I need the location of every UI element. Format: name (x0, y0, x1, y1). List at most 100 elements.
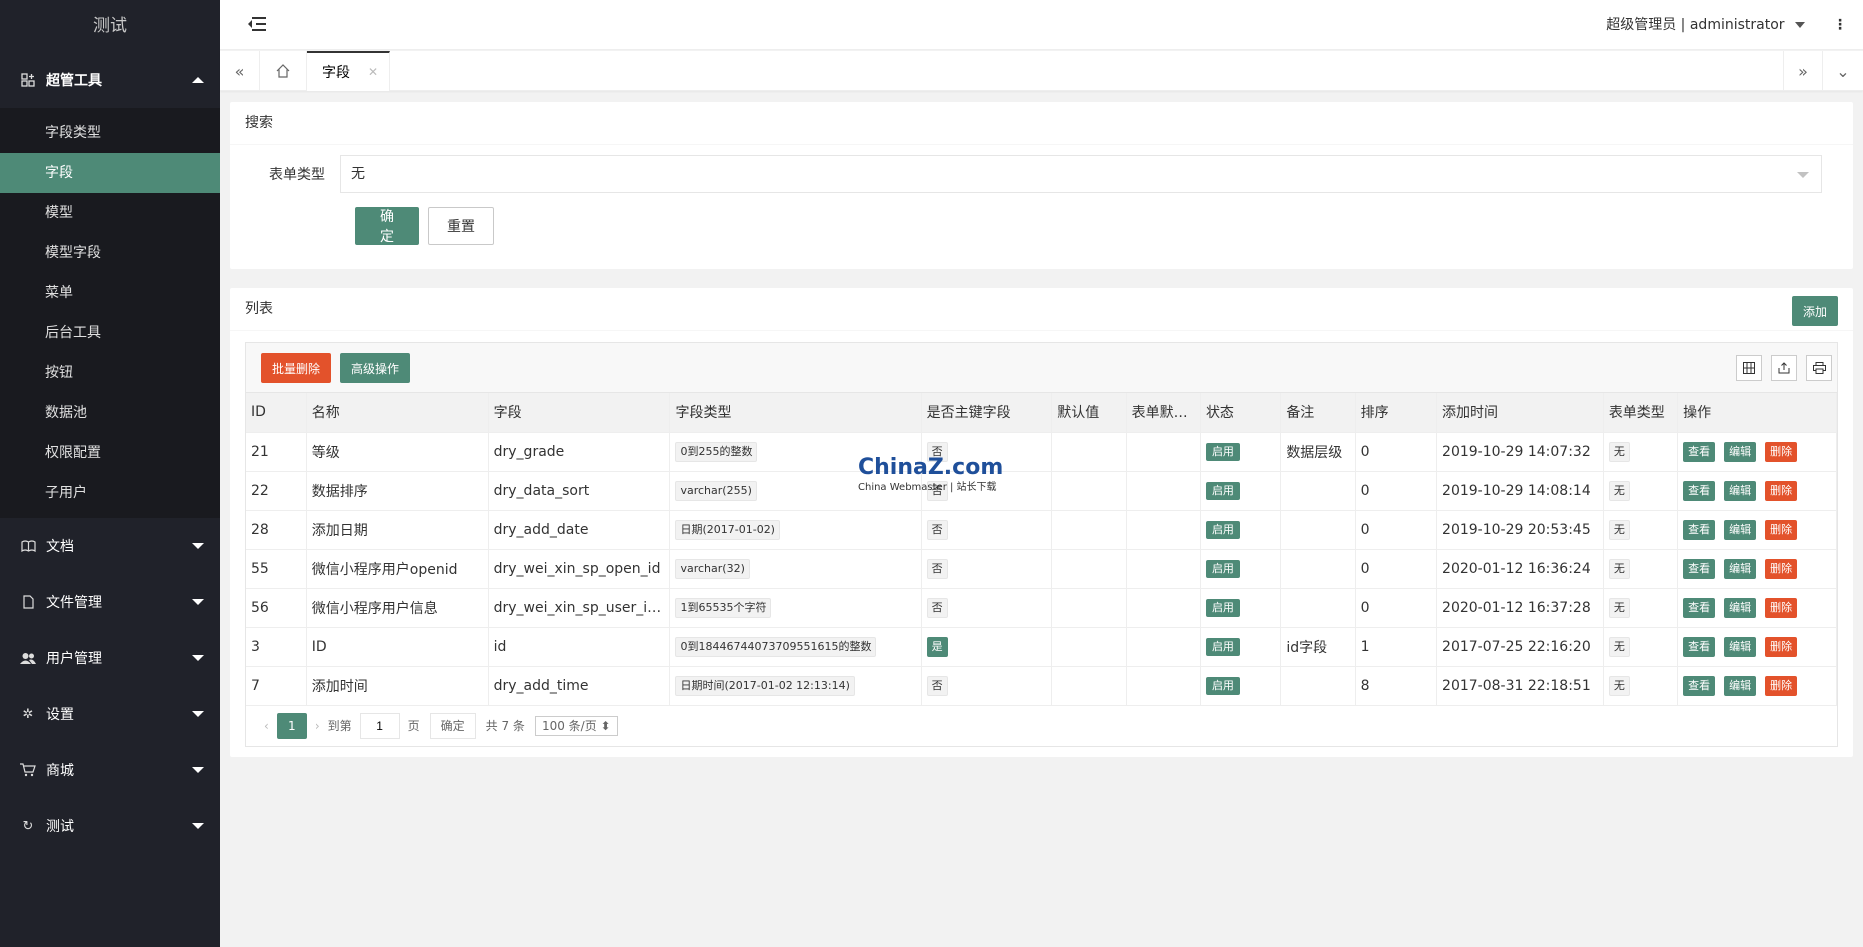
view-button[interactable]: 查看 (1683, 519, 1716, 540)
sidebar-item-menus[interactable]: 菜单 (0, 273, 220, 313)
advanced-ops-button[interactable]: 高级操作 (340, 353, 411, 383)
column-header[interactable]: 排序 (1355, 393, 1438, 433)
table-row[interactable]: 55 微信小程序用户openid dry_wei_xin_sp_open_id … (246, 549, 1837, 589)
field-type-tag: 日期时间(2017-01-02 12:13:14) (675, 675, 855, 696)
nav-group-users: 用户管理 (0, 630, 220, 686)
delete-button[interactable]: 删除 (1765, 558, 1798, 579)
column-header[interactable]: 添加时间 (1436, 393, 1604, 433)
column-header[interactable]: 字段 (488, 393, 671, 433)
current-page[interactable]: 1 (276, 712, 307, 739)
more-vertical-icon[interactable]: ⋮ (1833, 14, 1847, 36)
delete-button[interactable]: 删除 (1765, 597, 1798, 618)
page-input[interactable] (359, 712, 400, 739)
prev-page-icon[interactable]: ‹ (264, 719, 269, 733)
chevron-down-icon[interactable]: ⌄ (1823, 51, 1863, 91)
chevron-down-icon (192, 655, 204, 661)
home-icon[interactable] (260, 51, 307, 91)
file-icon (20, 594, 36, 610)
table-row[interactable]: 7 添加时间 dry_add_time 日期时间(2017-01-02 12:1… (246, 666, 1837, 706)
column-header[interactable]: 状态 (1200, 393, 1282, 433)
print-icon[interactable] (1806, 355, 1832, 381)
delete-button[interactable]: 删除 (1765, 636, 1798, 657)
form-type-tag: 无 (1608, 441, 1630, 462)
per-page-value: 100 条/页 (541, 718, 597, 733)
table-row[interactable]: 56 微信小程序用户信息 dry_wei_xin_sp_user_info 1到… (246, 588, 1837, 628)
edit-button[interactable]: 编辑 (1724, 519, 1757, 540)
next-page-icon[interactable]: › (315, 719, 320, 733)
nav-head-super-tools[interactable]: 超管工具 (0, 52, 220, 108)
sidebar-item-permissions[interactable]: 权限配置 (0, 433, 220, 473)
view-button[interactable]: 查看 (1683, 597, 1716, 618)
view-button[interactable]: 查看 (1683, 441, 1716, 462)
sidebar-item-data-pool[interactable]: 数据池 (0, 393, 220, 433)
delete-button[interactable]: 删除 (1765, 675, 1798, 696)
goto-confirm-button[interactable]: 确定 (429, 712, 476, 739)
nav-head-mall[interactable]: 商城 (0, 742, 220, 798)
confirm-button[interactable]: 确定 (355, 207, 419, 245)
close-icon[interactable]: ✕ (368, 65, 378, 79)
nav-head-label: 商城 (46, 763, 74, 779)
column-header[interactable]: 操作 (1677, 393, 1837, 433)
column-header[interactable]: 名称 (306, 393, 489, 433)
export-icon[interactable] (1771, 355, 1797, 381)
column-header[interactable]: 默认值 (1051, 393, 1127, 433)
sidebar-item-admin-tools[interactable]: 后台工具 (0, 313, 220, 353)
chevron-down-icon (192, 543, 204, 549)
view-button[interactable]: 查看 (1683, 675, 1716, 696)
add-button[interactable]: 添加 (1791, 296, 1838, 326)
table-row[interactable]: 3 ID id 0到18446744073709551615的整数 是 启用 i… (246, 627, 1837, 667)
sidebar-item-fields[interactable]: 字段 (0, 153, 220, 193)
edit-button[interactable]: 编辑 (1724, 558, 1757, 579)
table-row[interactable]: 22 数据排序 dry_data_sort varchar(255) 否 启用 … (246, 471, 1837, 511)
edit-button[interactable]: 编辑 (1724, 441, 1757, 462)
delete-button[interactable]: 删除 (1765, 519, 1798, 540)
nav-head-files[interactable]: 文件管理 (0, 574, 220, 630)
cell-sort: 1 (1355, 627, 1438, 667)
column-header[interactable]: 是否主键字段 (921, 393, 1053, 433)
column-header[interactable]: 备注 (1280, 393, 1356, 433)
cell-time: 2019-10-29 14:07:32 (1436, 432, 1604, 472)
tab-fields[interactable]: 字段 ✕ (307, 51, 390, 91)
edit-button[interactable]: 编辑 (1724, 636, 1757, 657)
view-button[interactable]: 查看 (1683, 480, 1716, 501)
sidebar-item-field-types[interactable]: 字段类型 (0, 113, 220, 153)
chevron-up-icon (192, 77, 204, 83)
delete-button[interactable]: 删除 (1765, 480, 1798, 501)
table-row[interactable]: 21 等级 dry_grade 0到255的整数 否 启用 数据层级 0 201… (246, 432, 1837, 472)
form-type-select[interactable]: 无 (340, 155, 1822, 193)
chevron-down-icon (1797, 172, 1809, 178)
edit-button[interactable]: 编辑 (1724, 480, 1757, 501)
cell-note (1280, 588, 1356, 628)
reset-button[interactable]: 重置 (428, 207, 494, 245)
table-row[interactable]: 28 添加日期 dry_add_date 日期(2017-01-02) 否 启用… (246, 510, 1837, 550)
cell-form-default (1126, 510, 1201, 550)
nav-head-docs[interactable]: 文档 (0, 518, 220, 574)
edit-button[interactable]: 编辑 (1724, 675, 1757, 696)
nav-head-test[interactable]: ↻ 测试 (0, 798, 220, 854)
per-page-select[interactable]: 100 条/页 ⬍ (534, 715, 618, 736)
edit-button[interactable]: 编辑 (1724, 597, 1757, 618)
view-button[interactable]: 查看 (1683, 558, 1716, 579)
nav-head-settings[interactable]: ✲ 设置 (0, 686, 220, 742)
columns-icon[interactable] (1736, 355, 1762, 381)
sidebar-item-models[interactable]: 模型 (0, 193, 220, 233)
delete-button[interactable]: 删除 (1765, 441, 1798, 462)
scroll-right-icon[interactable]: » (1783, 51, 1823, 91)
menu-toggle-icon[interactable] (248, 17, 266, 33)
user-menu[interactable]: 超级管理员 | administrator (1606, 0, 1805, 50)
column-header[interactable]: ID (246, 393, 307, 433)
column-header[interactable]: 表单类型 (1603, 393, 1679, 433)
column-header[interactable]: 表单默认值 (1126, 393, 1201, 433)
cell-default (1051, 510, 1127, 550)
watermark-sub: China Webmaster | 站长下载 (858, 482, 997, 493)
nav-head-users[interactable]: 用户管理 (0, 630, 220, 686)
table-toolbar: 批量删除 高级操作 (246, 343, 1837, 393)
batch-delete-button[interactable]: 批量删除 (261, 353, 332, 383)
column-header[interactable]: 字段类型 (669, 393, 922, 433)
form-type-tag: 无 (1608, 480, 1630, 501)
scroll-left-icon[interactable]: « (220, 51, 260, 91)
sidebar-item-sub-users[interactable]: 子用户 (0, 473, 220, 513)
sidebar-item-buttons[interactable]: 按钮 (0, 353, 220, 393)
view-button[interactable]: 查看 (1683, 636, 1716, 657)
sidebar-item-model-fields[interactable]: 模型字段 (0, 233, 220, 273)
